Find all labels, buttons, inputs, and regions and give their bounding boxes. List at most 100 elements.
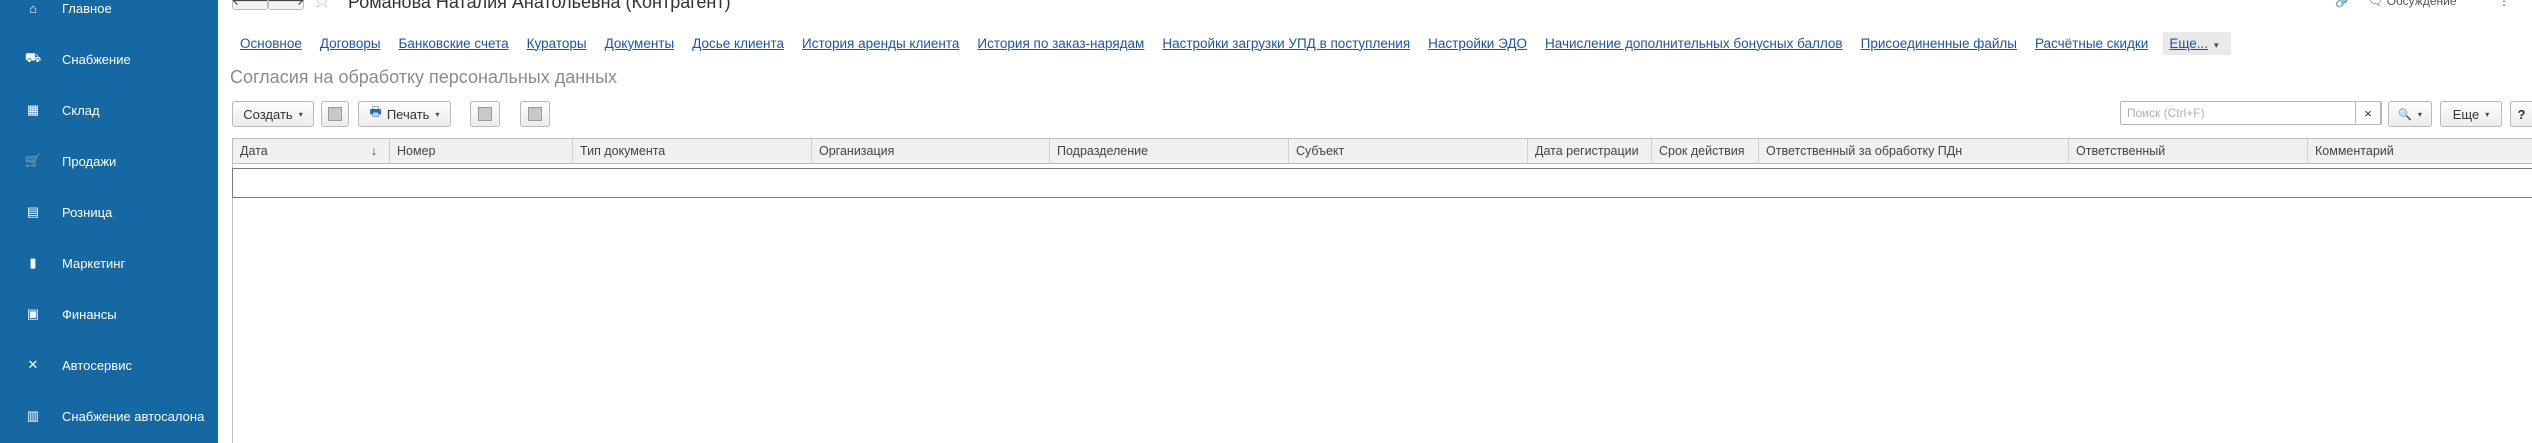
print-button[interactable]: 🖶 Печать ▾ [358, 101, 451, 127]
sidebar-item-label: Автосервис [62, 357, 132, 373]
arrow-right-icon: 🡒 [267, 0, 305, 9]
create-label: Создать [243, 106, 293, 122]
structure-icon [528, 107, 542, 121]
column-header-organization[interactable]: Организация [812, 139, 1050, 163]
sidebar-item-retail[interactable]: ▤ Розница [0, 192, 218, 232]
tab-upd-import-settings[interactable]: Настройки загрузки УПД в поступления [1162, 36, 1410, 51]
sidebar-item-warehouse[interactable]: ▦ Склад [0, 90, 218, 130]
sidebar-item-finance[interactable]: ▣ Финансы [0, 294, 218, 334]
home-icon: ⌂ [29, 0, 37, 16]
column-header-label: Подразделение [1057, 144, 1149, 158]
sidebar-item-label: Главное [62, 0, 112, 16]
warehouse-icon: ▦ [26, 102, 40, 117]
page-title: Романова Наталия Анатольевна (Контрагент… [348, 0, 731, 12]
chevron-down-icon: ▾ [2485, 109, 2490, 119]
column-header-label: Субъект [1296, 144, 1345, 158]
wrench-icon: ✕ [27, 357, 39, 372]
sidebar-item-label: Склад [62, 102, 100, 118]
chevron-down-icon: ▾ [2417, 109, 2422, 119]
column-header-label: Организация [819, 144, 895, 158]
column-header-subject[interactable]: Субъект [1289, 139, 1528, 163]
column-header-registration-date[interactable]: Дата регистрации [1528, 139, 1652, 163]
tab-edo-settings[interactable]: Настройки ЭДО [1428, 36, 1527, 51]
tab-more[interactable]: Еще... ▾ [2163, 31, 2231, 55]
structure-button[interactable] [520, 101, 550, 127]
column-header-department[interactable]: Подразделение [1050, 139, 1289, 163]
printer-icon: 🖶 [369, 104, 382, 119]
sidebar: ⌂ Главное ⛟ Снабжение ▦ Склад 🛒 Продажи … [0, 0, 218, 443]
create-button[interactable]: Создать ▾ [232, 101, 314, 127]
chevron-down-icon: ▾ [298, 109, 303, 119]
column-header-responsible[interactable]: Ответственный [2069, 139, 2308, 163]
clipboard-icon: ▥ [26, 408, 40, 423]
column-header-label: Дата регистрации [1535, 144, 1639, 158]
sidebar-item-supply[interactable]: ⛟ Снабжение [0, 39, 218, 79]
discussion-label: Обсуждение [2386, 0, 2457, 8]
sidebar-item-sales[interactable]: 🛒 Продажи [0, 141, 218, 181]
sidebar-item-label: Снабжение автосалона [62, 408, 205, 424]
sidebar-item-label: Снабжение [62, 51, 131, 67]
bar-chart-icon: ▮ [29, 255, 37, 270]
column-header-comment[interactable]: Комментарий [2308, 139, 2532, 163]
tab-more-label: Еще... [2169, 35, 2209, 51]
search-icon: 🔍 [2398, 108, 2412, 121]
tab-bonus-points[interactable]: Начисление дополнительных бонусных балло… [1545, 36, 1843, 51]
register-icon: ▤ [26, 204, 40, 219]
document-icon [328, 107, 342, 121]
help-button[interactable]: ? [2510, 101, 2532, 127]
column-header-label: Срок действия [1659, 144, 1745, 158]
column-header-label: Номер [397, 144, 436, 158]
column-header-label: Комментарий [2315, 144, 2394, 158]
report-icon [478, 107, 492, 121]
link-icon[interactable]: 🔗 [2335, 0, 2350, 8]
search-button[interactable]: 🔍 ▾ [2388, 101, 2432, 127]
tab-documents[interactable]: Документы [605, 36, 675, 51]
truck-icon: ⛟ [24, 50, 42, 65]
column-header-label: Ответственный [2076, 144, 2166, 158]
more-menu-icon[interactable]: ⋮ [2498, 0, 2510, 8]
help-icon: ? [2517, 106, 2526, 122]
table-body-border [232, 164, 233, 443]
column-header-pd-responsible[interactable]: Ответственный за обработку ПДн [1759, 139, 2069, 163]
cart-icon: 🛒 [24, 153, 42, 168]
back-button[interactable]: 🡐 [231, 0, 269, 10]
sidebar-item-label: Финансы [62, 306, 117, 322]
sidebar-item-marketing[interactable]: ▮ Маркетинг [0, 243, 218, 283]
favorite-star-icon[interactable]: ☆ [312, 0, 332, 12]
column-header-doc-type[interactable]: Тип документа [573, 139, 812, 163]
tab-curators[interactable]: Кураторы [527, 36, 587, 51]
forward-button[interactable]: 🡒 [267, 0, 305, 10]
tab-main[interactable]: Основное [240, 36, 302, 51]
column-header-validity[interactable]: Срок действия [1652, 139, 1759, 163]
tab-bar: Основное Договоры Банковские счета Курат… [231, 30, 2240, 56]
sort-desc-icon: ↓ [370, 144, 377, 158]
sidebar-item-label: Маркетинг [62, 255, 126, 271]
sidebar-item-label: Продажи [62, 153, 117, 169]
column-header-label: Тип документа [580, 144, 666, 158]
copy-doc-button[interactable] [321, 101, 349, 127]
report-button[interactable] [470, 101, 500, 127]
tab-contracts[interactable]: Договоры [320, 36, 381, 51]
chat-icon: 🗨 [2368, 0, 2384, 8]
sidebar-item-dealer-supply[interactable]: ▥ Снабжение автосалона [0, 396, 218, 436]
column-header-number[interactable]: Номер [390, 139, 573, 163]
more-actions-label: Еще [2452, 106, 2480, 122]
sidebar-item-main[interactable]: ⌂ Главное [0, 0, 218, 28]
table-row-selected[interactable] [232, 168, 2532, 198]
tab-bank-accounts[interactable]: Банковские счета [399, 36, 509, 51]
tab-rental-history[interactable]: История аренды клиента [802, 36, 959, 51]
tab-discounts[interactable]: Расчётные скидки [2035, 36, 2148, 51]
chevron-down-icon: ▾ [435, 109, 440, 119]
column-header-date[interactable]: Дата ↓ [233, 139, 390, 163]
search-input[interactable] [2120, 101, 2382, 125]
clear-icon: × [2364, 105, 2372, 121]
tab-work-order-history[interactable]: История по заказ-нарядам [977, 36, 1144, 51]
tab-attached-files[interactable]: Присоединенные файлы [1861, 36, 2017, 51]
chevron-down-icon: ▾ [2214, 39, 2219, 50]
more-actions-button[interactable]: Еще ▾ [2440, 101, 2502, 127]
sidebar-item-autoservice[interactable]: ✕ Автосервис [0, 345, 218, 385]
clear-search-button[interactable]: × [2355, 101, 2381, 125]
discussion-button[interactable]: 🗨 Обсуждение [2368, 0, 2457, 8]
tab-client-dossier[interactable]: Досье клиента [692, 36, 784, 51]
section-title: Согласия на обработку персональных данны… [230, 67, 618, 87]
